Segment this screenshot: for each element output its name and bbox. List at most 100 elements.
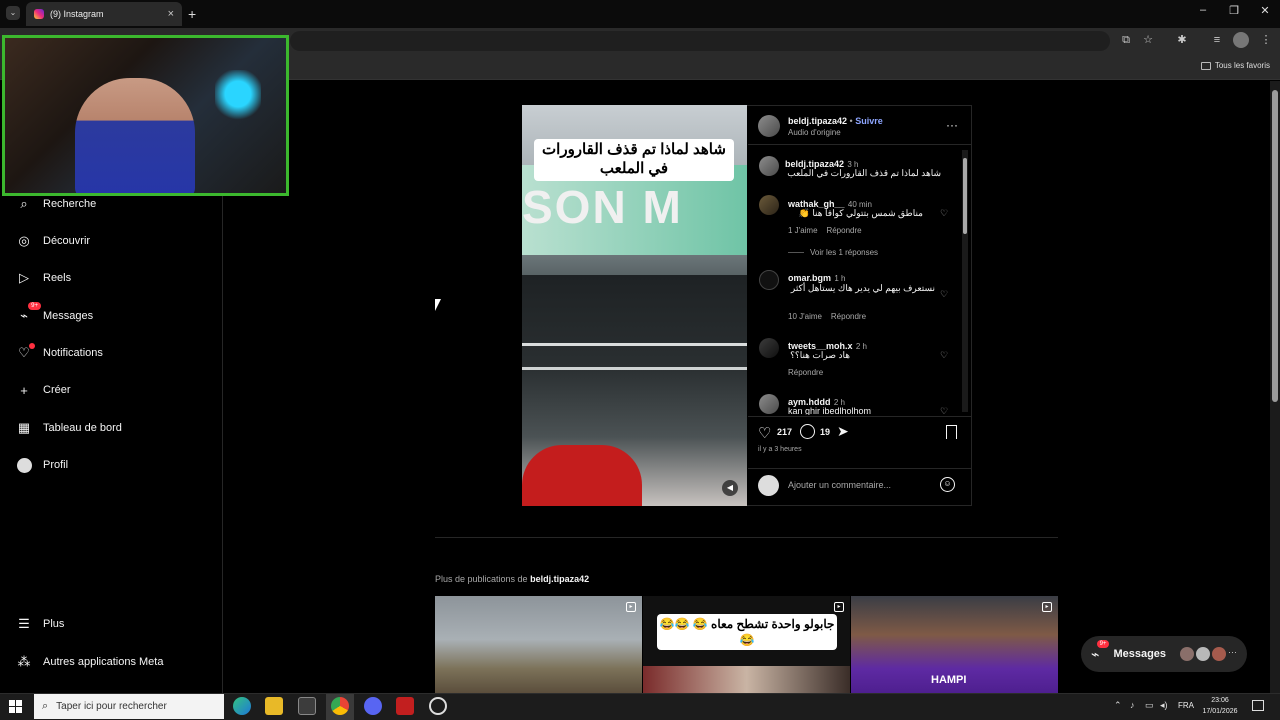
new-tab-button[interactable]: + <box>188 6 196 22</box>
audio-label[interactable]: Audio d'origine <box>788 128 841 137</box>
sidebar-item-meta-apps[interactable]: ⁂ Autres applications Meta <box>16 654 164 670</box>
network-icon[interactable]: ▭ <box>1145 700 1154 711</box>
browser-tab-instagram[interactable]: (9) Instagram × <box>26 2 182 26</box>
notification-center-icon[interactable] <box>1252 700 1264 711</box>
comment-avatar[interactable] <box>759 270 779 290</box>
all-bookmarks-folder[interactable]: Tous les favoris <box>1200 61 1270 70</box>
obs-icon[interactable] <box>429 697 447 715</box>
close-tab-icon[interactable]: × <box>168 8 174 20</box>
more-post-thumb-2[interactable]: جابولو واحدة تشطح معاه 😂 😂😂😂 ▸ <box>643 596 850 693</box>
video-caption: شاهد لماذا تم قذف القارورات في الملعب <box>534 139 734 181</box>
menu-icon: ☰ <box>18 616 30 631</box>
file-explorer-icon[interactable] <box>265 697 283 715</box>
address-bar[interactable] <box>290 31 1110 51</box>
media-controls-icon[interactable]: ≡ <box>1209 32 1225 48</box>
share-icon[interactable]: ➤ <box>837 423 849 440</box>
comment-like-icon[interactable]: ♡ <box>940 406 948 415</box>
sidebar-item-label: Messages <box>43 310 94 322</box>
my-avatar <box>758 475 779 496</box>
more-options-icon[interactable]: ··· <box>946 118 958 132</box>
post-author[interactable]: beldj.tipaza42 <box>788 116 847 126</box>
edge-icon[interactable] <box>233 697 251 715</box>
comment-icon[interactable] <box>800 424 815 439</box>
clock-time: 23:06 <box>1211 697 1229 704</box>
reels-icon: ▷ <box>19 270 29 285</box>
discord-icon[interactable] <box>364 697 382 715</box>
sidebar-item-reels[interactable]: ▷ Reels <box>16 270 71 286</box>
windows-start-icon[interactable] <box>9 700 22 713</box>
more-post-thumb-3[interactable]: HAMPI ▸ <box>851 596 1058 693</box>
close-window-button[interactable]: ✕ <box>1250 4 1280 22</box>
volume-icon[interactable]: ◂) <box>1160 700 1168 711</box>
install-app-icon[interactable]: ⧉ <box>1118 32 1134 48</box>
minimize-button[interactable]: – <box>1188 4 1218 22</box>
comment-like-icon[interactable]: ♡ <box>940 208 948 219</box>
chrome-icon[interactable] <box>331 697 349 715</box>
meta-apps-icon: ⁂ <box>17 654 31 669</box>
comment-like-icon[interactable]: ♡ <box>940 289 948 300</box>
plus-icon: + <box>20 382 28 398</box>
comment-avatar[interactable] <box>759 195 779 215</box>
chrome-menu-icon[interactable]: ⋮ <box>1258 32 1274 48</box>
messages-pill-label: Messages <box>1113 648 1167 660</box>
messages-badge: 9+ <box>28 302 41 310</box>
comment-likes[interactable]: 1 J'aime <box>788 226 818 235</box>
railing <box>522 367 747 370</box>
sidebar-item-decouvrir[interactable]: ◎ Découvrir <box>16 233 90 249</box>
profile-avatar-icon[interactable] <box>1233 32 1249 48</box>
sidebar-item-messages[interactable]: ⌁ 9+ Messages <box>16 302 94 324</box>
reply-button[interactable]: Répondre <box>788 368 823 377</box>
microphone-icon[interactable]: ♪ <box>1130 700 1135 710</box>
sidebar-item-profil[interactable]: Profil <box>16 457 68 473</box>
tray-expand-icon[interactable]: ⌃ <box>1114 700 1122 711</box>
webcam-overlay <box>2 35 289 196</box>
reply-button[interactable]: Répondre <box>831 312 866 321</box>
comment-avatar[interactable] <box>759 338 779 358</box>
sidebar-item-label: Créer <box>43 384 71 396</box>
messenger-icon: ⌁ 9+ <box>1091 639 1110 663</box>
profile-avatar <box>16 457 32 473</box>
view-replies-button[interactable]: Voir les 1 réponses <box>810 248 878 257</box>
save-bookmark-icon[interactable] <box>946 425 957 439</box>
messenger-icon: ⌁ 9+ <box>16 302 41 324</box>
follow-button[interactable]: Suivre <box>855 116 883 126</box>
voicemeeter-icon[interactable] <box>396 697 414 715</box>
comment-avatar[interactable] <box>759 394 779 414</box>
page-scrollbar-thumb[interactable] <box>1272 90 1278 402</box>
taskbar-search-placeholder: Taper ici pour rechercher <box>56 701 167 712</box>
comment-input[interactable]: Ajouter un commentaire... <box>788 480 891 490</box>
mute-toggle-icon[interactable]: ◀ <box>722 480 738 496</box>
post-video[interactable]: SON M شاهد لماذا تم قذف القارورات في الم… <box>522 105 747 506</box>
restore-button[interactable]: ❐ <box>1219 4 1249 22</box>
notification-dot <box>29 343 35 349</box>
emoji-icon[interactable]: ☺ <box>940 477 955 492</box>
taskbar-clock[interactable]: 23:06 17/01/2026 <box>1200 695 1240 717</box>
comment-text: نستعرف بيهم لي يدير هاك يستاهل أكثر <box>790 283 935 293</box>
sidebar-item-plus[interactable]: ☰ Plus <box>16 616 64 632</box>
like-icon[interactable]: ♡ <box>758 424 771 442</box>
author-avatar[interactable] <box>758 115 780 137</box>
extensions-icon[interactable]: ✱ <box>1174 32 1190 48</box>
taskbar-search[interactable]: ⌕ Taper ici pour rechercher <box>34 694 224 719</box>
comment-actions: 1 J'aime Répondre <box>788 226 862 235</box>
sidebar-item-notifications[interactable]: ♡ Notifications <box>16 343 103 361</box>
reply-button[interactable]: Répondre <box>826 226 861 235</box>
language-indicator[interactable]: FRA <box>1178 701 1194 710</box>
comment-like-icon[interactable]: ♡ <box>940 350 948 361</box>
bookmark-star-icon[interactable]: ☆ <box>1140 32 1156 48</box>
comment-likes[interactable]: 10 J'aime <box>788 312 822 321</box>
sidebar-item-recherche[interactable]: ⌕ Recherche <box>16 196 96 212</box>
store-icon[interactable] <box>298 697 316 715</box>
caption-avatar[interactable] <box>759 156 779 176</box>
sidebar-item-creer[interactable]: + Créer <box>16 382 71 398</box>
tab-search-button[interactable]: ⌄ <box>6 6 20 20</box>
sidebar-item-dashboard[interactable]: ▦ Tableau de bord <box>16 420 122 436</box>
header-divider <box>748 144 971 145</box>
sidebar-item-label: Profil <box>43 459 69 471</box>
more-post-thumb-1[interactable]: ▸ <box>435 596 642 693</box>
more-posts-author[interactable]: beldj.tipaza42 <box>530 574 589 584</box>
reel-icon: ▸ <box>1042 602 1052 612</box>
messages-floating-button[interactable]: ⌁ 9+ Messages ··· <box>1081 636 1247 672</box>
post-author-line: beldj.tipaza42 • Suivre <box>788 116 883 126</box>
comments-scrollbar-thumb[interactable] <box>963 158 967 234</box>
